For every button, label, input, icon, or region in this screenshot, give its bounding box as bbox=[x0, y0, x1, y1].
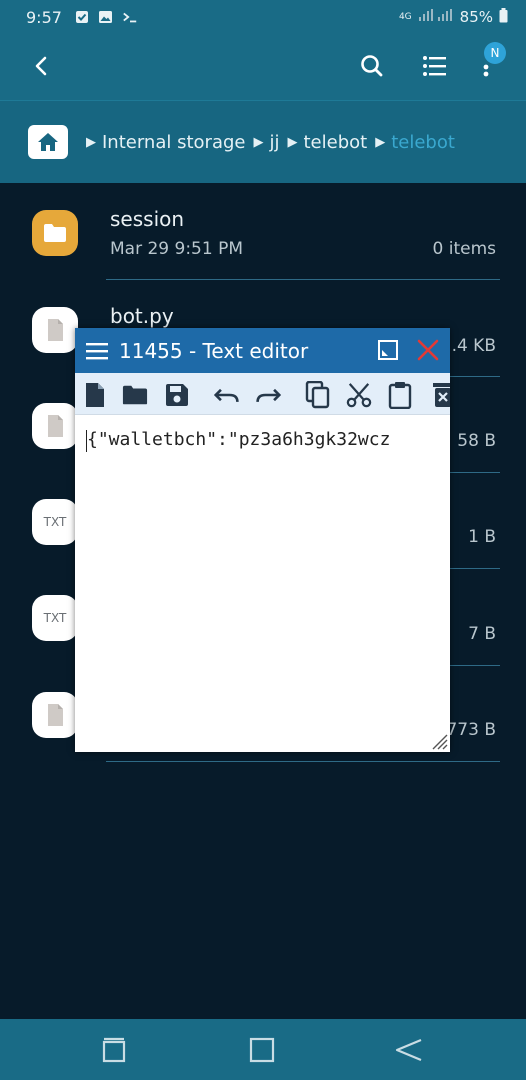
folder-icon bbox=[32, 210, 78, 256]
delete-icon[interactable] bbox=[430, 381, 450, 409]
file-icon bbox=[32, 403, 78, 449]
editor-text-area[interactable]: {"walletbch":"pz3a6h3gk32wcz bbox=[75, 415, 450, 752]
breadcrumb-jj[interactable]: jj bbox=[269, 132, 279, 153]
notification-badge: N bbox=[484, 42, 506, 64]
paste-icon[interactable] bbox=[387, 381, 413, 409]
redo-icon[interactable] bbox=[255, 381, 281, 409]
status-time: 9:57 bbox=[26, 7, 62, 27]
editor-content: {"walletbch":"pz3a6h3gk32wcz bbox=[87, 429, 391, 450]
file-size: 58 B bbox=[457, 431, 496, 451]
list-view-icon[interactable] bbox=[418, 50, 450, 82]
checkbox-notification-icon bbox=[74, 9, 90, 25]
file-size: 773 B bbox=[446, 720, 496, 740]
back-button-icon[interactable] bbox=[394, 1036, 422, 1064]
undo-icon[interactable] bbox=[214, 381, 240, 409]
editor-title-bar[interactable]: 11455 - Text editor bbox=[75, 328, 450, 373]
status-bar: 9:57 4G 85% bbox=[0, 0, 526, 34]
breadcrumb-internal-storage[interactable]: Internal storage bbox=[102, 132, 245, 153]
new-file-icon[interactable] bbox=[82, 381, 108, 409]
home-icon[interactable] bbox=[28, 125, 68, 159]
back-arrow-icon[interactable] bbox=[26, 50, 58, 82]
editor-title: 11455 - Text editor bbox=[119, 338, 309, 363]
file-size: .4 KB bbox=[451, 336, 496, 356]
divider bbox=[106, 761, 500, 762]
chevron-right-icon: ▶ bbox=[375, 134, 386, 150]
chevron-right-icon: ▶ bbox=[253, 134, 264, 150]
hamburger-menu-icon[interactable] bbox=[85, 340, 109, 362]
app-bar: N bbox=[0, 34, 526, 100]
txt-icon: TXT bbox=[32, 595, 78, 641]
battery-icon bbox=[499, 7, 508, 27]
file-size: 0 items bbox=[432, 239, 496, 259]
recent-apps-icon[interactable] bbox=[100, 1036, 128, 1064]
chevron-right-icon: ▶ bbox=[86, 134, 96, 150]
open-folder-icon[interactable] bbox=[122, 381, 148, 409]
editor-toolbar bbox=[75, 373, 450, 415]
text-editor-window[interactable]: 11455 - Text editor {"walletbch":"pz3a6h… bbox=[75, 328, 450, 752]
file-name: session bbox=[110, 207, 185, 231]
file-size: 1 B bbox=[468, 527, 496, 547]
maximize-icon[interactable] bbox=[377, 339, 399, 361]
cut-icon[interactable] bbox=[346, 381, 372, 409]
terminal-notification-icon bbox=[122, 9, 138, 25]
navigation-bar bbox=[0, 1019, 526, 1080]
txt-icon: TXT bbox=[32, 499, 78, 545]
file-size: 7 B bbox=[468, 624, 496, 644]
network-type: 4G bbox=[398, 11, 412, 22]
resize-handle-icon[interactable] bbox=[432, 734, 448, 750]
file-name: bot.py bbox=[110, 304, 174, 328]
breadcrumb: ▶ Internal storage ▶ jj ▶ telebot ▶ tele… bbox=[0, 100, 526, 183]
file-icon bbox=[32, 307, 78, 353]
breadcrumb-current: telebot bbox=[391, 131, 455, 153]
list-item[interactable]: session Mar 29 9:51 PM 0 items bbox=[0, 183, 526, 280]
gallery-notification-icon bbox=[98, 9, 114, 25]
file-date: Mar 29 9:51 PM bbox=[110, 239, 244, 259]
search-icon[interactable] bbox=[356, 50, 388, 82]
close-icon[interactable] bbox=[416, 338, 440, 362]
text-cursor bbox=[86, 430, 87, 452]
file-icon bbox=[32, 692, 78, 738]
signal-icon bbox=[418, 8, 454, 26]
breadcrumb-telebot[interactable]: telebot bbox=[304, 132, 368, 153]
chevron-right-icon: ▶ bbox=[287, 134, 298, 150]
save-icon[interactable] bbox=[164, 381, 190, 409]
copy-icon[interactable] bbox=[305, 381, 331, 409]
battery-percent: 85% bbox=[459, 8, 493, 26]
home-button-icon[interactable] bbox=[248, 1036, 276, 1064]
